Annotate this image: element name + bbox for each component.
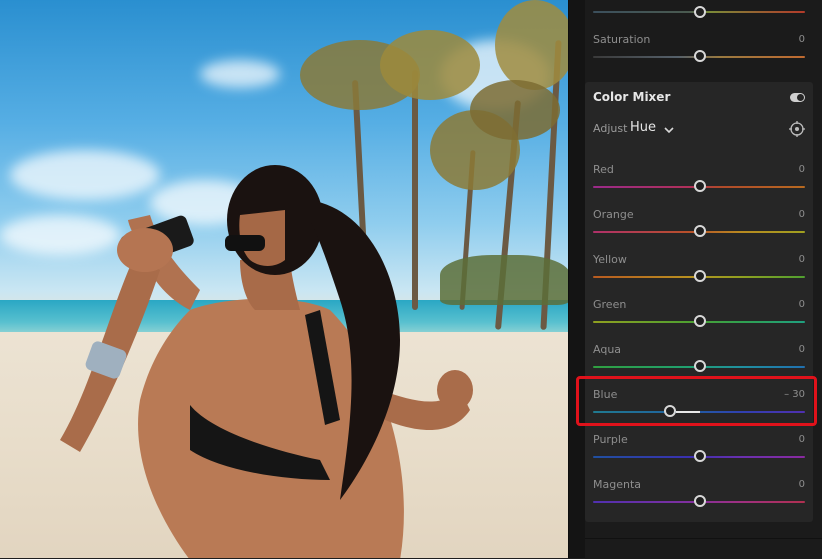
panel-divider-scrollbar[interactable] <box>568 0 586 558</box>
person-figure <box>60 165 473 558</box>
slider-value-green[interactable]: 0 <box>765 299 805 310</box>
slider-thumb-purple[interactable] <box>694 450 706 462</box>
toggle-switch-icon[interactable] <box>790 93 805 102</box>
target-adjust-icon[interactable] <box>789 121 805 137</box>
app-window: Saturation 0 Color Mixer Adjust Hue Red … <box>0 0 822 559</box>
slider-value-red[interactable]: 0 <box>765 164 805 175</box>
slider-value-yellow[interactable]: 0 <box>765 254 805 265</box>
adjust-mode-select[interactable]: Hue <box>630 120 656 135</box>
adjust-label: Adjust <box>593 122 628 135</box>
slider-label-aqua: Aqua <box>593 343 622 356</box>
slider-label-purple: Purple <box>593 433 628 446</box>
slider-thumb-red[interactable] <box>694 180 706 192</box>
palm-fronds <box>495 0 568 90</box>
slider-label-orange: Orange <box>593 208 634 221</box>
slider-value-purple[interactable]: 0 <box>765 434 805 445</box>
cloud <box>200 60 280 88</box>
slider-thumb-aqua[interactable] <box>694 360 706 372</box>
slider-value-orange[interactable]: 0 <box>765 209 805 220</box>
slider-label-magenta: Magenta <box>593 478 642 491</box>
blue-slider-highlight <box>576 376 817 426</box>
color-mixer-title: Color Mixer <box>593 90 671 104</box>
slider-thumb-yellow[interactable] <box>694 270 706 282</box>
slider-label-yellow: Yellow <box>593 253 627 266</box>
slider-label-red: Red <box>593 163 614 176</box>
top-slider-thumb[interactable] <box>694 6 706 18</box>
slider-thumb-orange[interactable] <box>694 225 706 237</box>
palm-fronds <box>470 80 560 140</box>
slider-value-aqua[interactable]: 0 <box>765 344 805 355</box>
saturation-slider-thumb[interactable] <box>694 50 706 62</box>
slider-label-green: Green <box>593 298 627 311</box>
chevron-down-icon[interactable] <box>663 124 675 136</box>
saturation-label: Saturation <box>593 33 651 46</box>
palm-fronds <box>380 30 480 100</box>
photo-preview[interactable] <box>0 0 568 558</box>
slider-thumb-green[interactable] <box>694 315 706 327</box>
edit-panel: Saturation 0 Color Mixer Adjust Hue Red … <box>585 0 822 559</box>
saturation-value[interactable]: 0 <box>765 34 805 45</box>
panel-bottom-bar <box>585 538 822 559</box>
slider-value-magenta[interactable]: 0 <box>765 479 805 490</box>
slider-thumb-magenta[interactable] <box>694 495 706 507</box>
